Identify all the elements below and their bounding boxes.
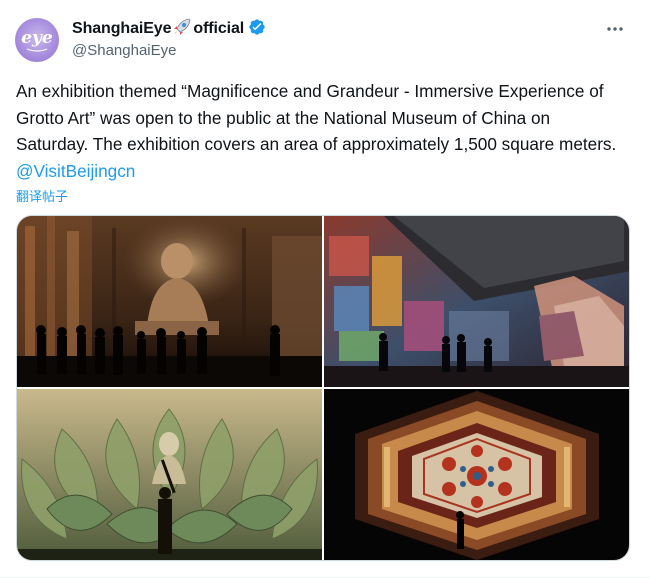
mural-hall-image (324, 216, 629, 387)
author-name-suffix[interactable]: official (193, 20, 244, 38)
media-photo-1[interactable] (17, 216, 322, 387)
translate-post-link[interactable]: 翻译帖子 (16, 186, 68, 205)
kaleidoscope-tunnel-image (324, 389, 629, 560)
media-photo-3[interactable] (17, 389, 322, 560)
avatar-logo-text: eye (21, 28, 53, 48)
lotus-buddha-image (17, 389, 322, 560)
more-options-button[interactable] (602, 18, 628, 40)
author-handle[interactable]: @ShanghaiEye (72, 42, 176, 59)
more-dots-icon (607, 27, 623, 31)
media-grid (16, 215, 630, 561)
tweet-body: An exhibition themed “Magnificence and G… (16, 81, 617, 154)
author-name-row[interactable]: ShanghaiEye official (72, 18, 266, 40)
verified-badge-icon[interactable] (248, 18, 266, 41)
tweet-text: An exhibition themed “Magnificence and G… (16, 78, 626, 184)
rocket-icon (172, 18, 192, 41)
grotto-buddha-image (17, 216, 322, 387)
tweet-card: eye ShanghaiEye official @ShanghaiEye An… (0, 0, 650, 578)
author-display-name[interactable]: ShanghaiEye (72, 20, 171, 38)
media-photo-4[interactable] (324, 389, 629, 560)
avatar[interactable]: eye (15, 18, 59, 62)
mention-link[interactable]: @VisitBeijingcn (16, 161, 135, 181)
eye-logo-icon: eye (21, 28, 53, 52)
media-photo-2[interactable] (324, 216, 629, 387)
